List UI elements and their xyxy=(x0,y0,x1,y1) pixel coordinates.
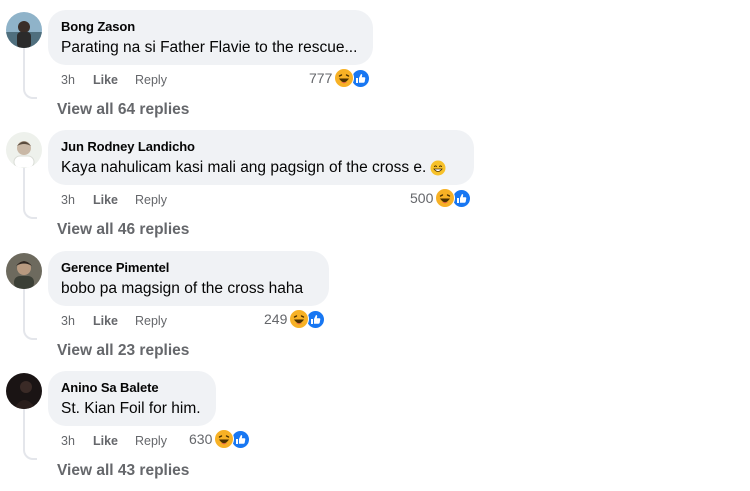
like-button[interactable]: Like xyxy=(93,73,118,87)
haha-icon xyxy=(334,68,355,88)
view-replies-link[interactable]: View all 46 replies xyxy=(57,221,189,239)
comment-bubble: Anino Sa Balete St. Kian Foil for him. xyxy=(48,371,216,426)
reply-thread-line xyxy=(23,281,37,340)
comment-timestamp[interactable]: 3h xyxy=(61,73,75,87)
reaction-count: 630 xyxy=(189,431,213,447)
avatar[interactable] xyxy=(6,12,42,48)
comment-timestamp[interactable]: 3h xyxy=(61,193,75,207)
comment-thread: Gerence Pimentel bobo pa magsign of the … xyxy=(0,241,750,361)
like-button[interactable]: Like xyxy=(93,434,118,448)
comment-bubble: Gerence Pimentel bobo pa magsign of the … xyxy=(48,251,329,306)
view-replies-link[interactable]: View all 23 replies xyxy=(57,342,189,360)
comment-thread: Anino Sa Balete St. Kian Foil for him. 3… xyxy=(0,361,750,481)
reaction-count: 500 xyxy=(410,190,434,206)
comment-thread: Jun Rodney Landicho Kaya nahulicam kasi … xyxy=(0,120,750,240)
reaction-summary[interactable]: 630 xyxy=(189,428,252,450)
comment-bubble: Bong Zason Parating na si Father Flavie … xyxy=(48,10,373,65)
reply-button[interactable]: Reply xyxy=(135,434,167,448)
view-replies-link[interactable]: View all 64 replies xyxy=(57,101,189,119)
reaction-summary[interactable]: 249 xyxy=(264,308,327,330)
comment-bubble: Jun Rodney Landicho Kaya nahulicam kasi … xyxy=(48,130,474,185)
reaction-count: 249 xyxy=(264,311,288,327)
comment-author[interactable]: Jun Rodney Landicho xyxy=(61,139,461,155)
comment-thread: Bong Zason Parating na si Father Flavie … xyxy=(0,0,750,120)
comment-timestamp[interactable]: 3h xyxy=(61,434,75,448)
reply-thread-line xyxy=(23,160,37,219)
comment-text: Kaya nahulicam kasi mali ang pagsign of … xyxy=(61,159,427,176)
comment-author[interactable]: Bong Zason xyxy=(61,19,360,35)
haha-icon xyxy=(214,429,235,449)
like-button[interactable]: Like xyxy=(93,314,118,328)
haha-icon xyxy=(289,309,310,329)
comment-text: bobo pa magsign of the cross haha xyxy=(61,280,304,297)
avatar[interactable] xyxy=(6,132,42,168)
view-replies-link[interactable]: View all 43 replies xyxy=(57,462,189,480)
like-button[interactable]: Like xyxy=(93,193,118,207)
reply-thread-line xyxy=(23,401,37,460)
grin-emoji-icon xyxy=(430,160,446,176)
avatar[interactable] xyxy=(6,373,42,409)
reaction-count: 777 xyxy=(309,70,333,86)
comment-author[interactable]: Gerence Pimentel xyxy=(61,260,316,276)
reply-button[interactable]: Reply xyxy=(135,314,167,328)
reply-thread-line xyxy=(23,40,37,99)
reply-button[interactable]: Reply xyxy=(135,73,167,87)
reply-button[interactable]: Reply xyxy=(135,193,167,207)
reaction-summary[interactable]: 500 xyxy=(410,187,473,209)
comment-timestamp[interactable]: 3h xyxy=(61,314,75,328)
avatar[interactable] xyxy=(6,253,42,289)
comment-text: Parating na si Father Flavie to the resc… xyxy=(61,39,358,56)
reaction-summary[interactable]: 777 xyxy=(309,67,372,89)
haha-icon xyxy=(435,188,456,208)
comment-text: St. Kian Foil for him. xyxy=(61,400,201,417)
comment-author[interactable]: Anino Sa Balete xyxy=(61,380,203,396)
